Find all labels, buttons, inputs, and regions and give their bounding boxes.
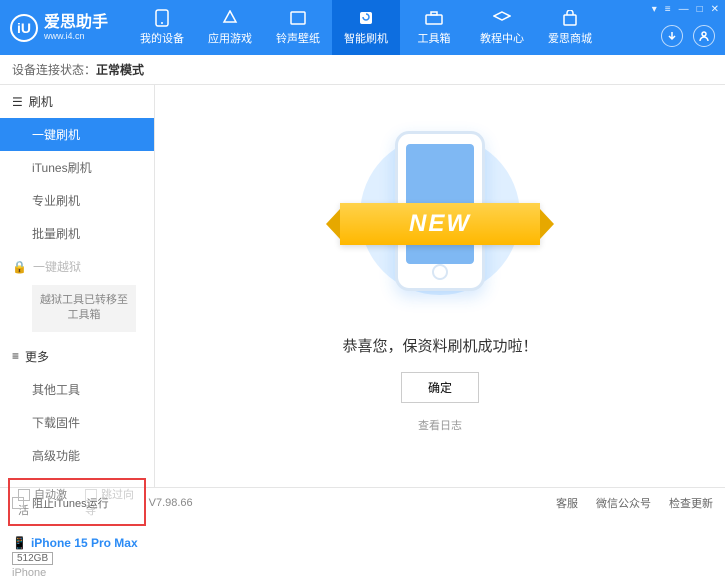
sidebar-item-pro[interactable]: 专业刷机 [0, 184, 154, 217]
view-log-link[interactable]: 查看日志 [418, 417, 462, 433]
nav-my-device[interactable]: 我的设备 [128, 0, 196, 55]
sidebar-item-other-tools[interactable]: 其他工具 [0, 373, 154, 406]
device-name[interactable]: 📱 iPhone 15 Pro Max [12, 536, 142, 550]
graduation-icon [492, 9, 512, 27]
group-label: 一键越狱 [33, 258, 81, 275]
apps-icon [220, 9, 240, 27]
device-phone-icon: 📱 [12, 536, 27, 550]
footer-link-update[interactable]: 检查更新 [669, 495, 713, 511]
sidebar-item-itunes[interactable]: iTunes刷机 [0, 151, 154, 184]
refresh-icon [356, 9, 376, 27]
window-controls: ▾ ≡ — □ ✕ [652, 4, 719, 15]
sidebar: ☰ 刷机 一键刷机 iTunes刷机 专业刷机 批量刷机 🔒 一键越狱 越狱工具… [0, 85, 155, 487]
settings-icon[interactable]: ≡ [665, 4, 671, 15]
group-label: 更多 [25, 348, 49, 365]
success-message: 恭喜您，保资料刷机成功啦！ [342, 335, 537, 356]
app-title: 爱思助手 [44, 15, 108, 31]
close-icon[interactable]: ✕ [711, 4, 719, 15]
header-actions [661, 25, 715, 47]
device-info: 📱 iPhone 15 Pro Max 512GB iPhone [0, 532, 154, 587]
nav-label: 爱思商城 [548, 30, 592, 46]
version-label: V7.98.66 [149, 497, 193, 509]
user-icon[interactable] [693, 25, 715, 47]
nav-smart-flash[interactable]: 智能刷机 [332, 0, 400, 55]
device-status-bar: 设备连接状态： 正常模式 [0, 55, 725, 85]
checkbox-block-itunes[interactable]: 阻止iTunes运行 [12, 495, 109, 511]
nav-ringtones[interactable]: 铃声壁纸 [264, 0, 332, 55]
lock-icon: 🔒 [12, 260, 27, 274]
device-storage: 512GB [12, 552, 53, 565]
main-nav: 我的设备 应用游戏 铃声壁纸 智能刷机 工具箱 教程中心 爱思商城 [128, 0, 604, 55]
app-header: iU 爱思助手 www.i4.cn 我的设备 应用游戏 铃声壁纸 智能刷机 工具… [0, 0, 725, 55]
app-subtitle: www.i4.cn [44, 31, 108, 41]
nav-label: 铃声壁纸 [276, 30, 320, 46]
success-illustration: NEW [350, 125, 530, 305]
ok-button[interactable]: 确定 [401, 372, 479, 403]
footer-link-wechat[interactable]: 微信公众号 [596, 495, 651, 511]
sidebar-item-batch[interactable]: 批量刷机 [0, 217, 154, 250]
status-value: 正常模式 [96, 61, 144, 78]
logo-area: iU 爱思助手 www.i4.cn [10, 14, 108, 42]
nav-toolbox[interactable]: 工具箱 [400, 0, 468, 55]
footer-link-support[interactable]: 客服 [556, 495, 578, 511]
minimize-icon[interactable]: — [679, 4, 689, 15]
status-prefix: 设备连接状态： [12, 61, 96, 78]
new-ribbon: NEW [340, 203, 540, 245]
nav-label: 应用游戏 [208, 30, 252, 46]
device-type: iPhone [12, 567, 142, 579]
more-icon: ≡ [12, 349, 19, 363]
sidebar-group-more[interactable]: ≡ 更多 [0, 340, 154, 373]
nav-label: 我的设备 [140, 30, 184, 46]
nav-store[interactable]: 爱思商城 [536, 0, 604, 55]
maximize-icon[interactable]: □ [697, 4, 703, 15]
menu-icon[interactable]: ▾ [652, 4, 657, 15]
sidebar-group-jailbreak: 🔒 一键越狱 [0, 250, 154, 283]
nav-apps[interactable]: 应用游戏 [196, 0, 264, 55]
sidebar-group-flash[interactable]: ☰ 刷机 [0, 85, 154, 118]
nav-tutorials[interactable]: 教程中心 [468, 0, 536, 55]
logo-icon: iU [10, 14, 38, 42]
sidebar-item-advanced[interactable]: 高级功能 [0, 439, 154, 472]
jailbreak-moved-notice: 越狱工具已转移至工具箱 [32, 285, 136, 332]
sidebar-item-oneclick[interactable]: 一键刷机 [0, 118, 154, 151]
sidebar-item-download-firmware[interactable]: 下载固件 [0, 406, 154, 439]
nav-label: 智能刷机 [344, 30, 388, 46]
nav-label: 工具箱 [418, 30, 451, 46]
wallpaper-icon [288, 9, 308, 27]
nav-label: 教程中心 [480, 30, 524, 46]
main-content: NEW 恭喜您，保资料刷机成功啦！ 确定 查看日志 [155, 85, 725, 487]
phone-icon [152, 9, 172, 27]
bars-icon: ☰ [12, 95, 23, 109]
toolbox-icon [424, 9, 444, 27]
download-icon[interactable] [661, 25, 683, 47]
group-label: 刷机 [29, 93, 53, 110]
store-icon [560, 9, 580, 27]
